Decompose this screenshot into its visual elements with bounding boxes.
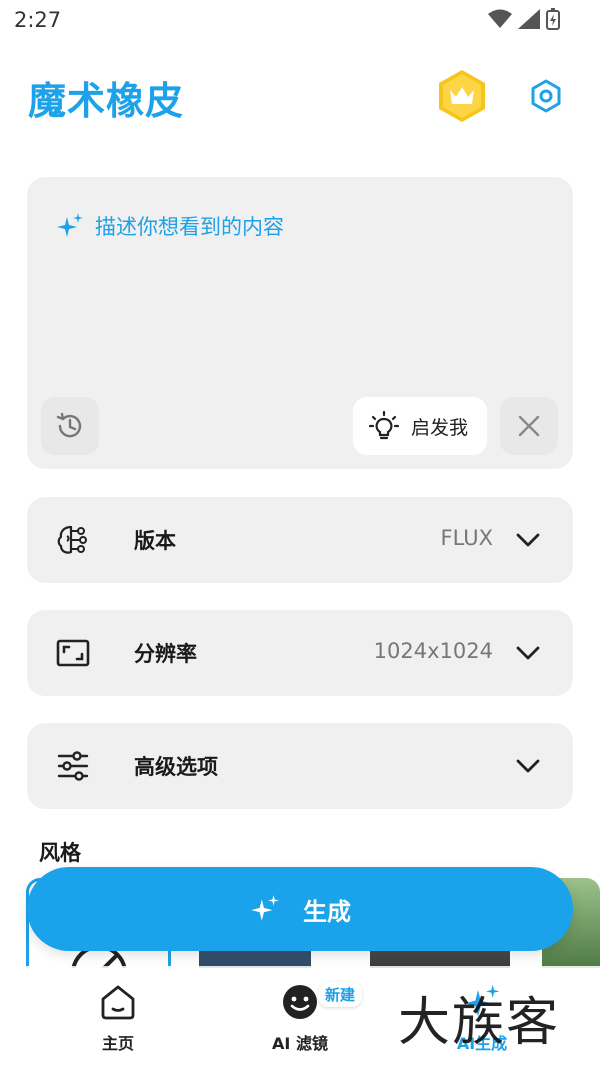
watermark: 大族客 (398, 993, 561, 1053)
signal-icon (518, 9, 540, 29)
style-section-title: 风格 (39, 841, 81, 865)
aspect-ratio-icon (56, 639, 90, 667)
advanced-options-label: 高级选项 (134, 755, 218, 779)
history-icon (56, 412, 82, 438)
version-value: FLUX (440, 526, 494, 550)
wifi-icon (488, 9, 512, 28)
status-bar: 2:27 (0, 0, 600, 40)
battery-icon (546, 8, 560, 30)
face-filter-icon (283, 985, 317, 1019)
sliders-icon (57, 751, 89, 781)
resolution-value: 1024x1024 (373, 639, 493, 663)
version-selector[interactable]: 版本 FLUX (27, 497, 573, 583)
resolution-label: 分辨率 (134, 642, 197, 666)
nav-label-home: 主页 (101, 1034, 134, 1053)
chevron-down-icon (516, 646, 540, 660)
sparkle-icon (251, 895, 279, 921)
sparkle-icon (57, 213, 83, 237)
brain-icon (57, 525, 87, 554)
chevron-down-icon (516, 759, 540, 773)
chevron-down-icon (516, 533, 540, 547)
settings-hex-icon (531, 79, 561, 113)
version-label: 版本 (134, 529, 176, 553)
status-time: 2:27 (14, 8, 62, 32)
lightbulb-icon (369, 411, 399, 440)
home-icon (101, 985, 135, 1020)
nav-item-home[interactable]: 主页 (58, 982, 178, 1054)
advanced-options-selector[interactable]: 高级选项 (27, 723, 573, 809)
new-badge: 新建 (318, 982, 363, 1007)
settings-button[interactable] (528, 78, 564, 114)
generate-label: 生成 (303, 897, 351, 926)
inspire-me-button[interactable]: 启发我 (353, 397, 487, 455)
generate-button[interactable]: 生成 (27, 867, 573, 951)
vip-crown-button[interactable] (434, 68, 490, 124)
app-title: 魔术橡皮 (28, 79, 185, 123)
prompt-input-area[interactable]: 描述你想看到的内容 启发我 (27, 177, 573, 469)
nav-label-ai-filter: AI 滤镜 (272, 1034, 328, 1053)
status-icons (488, 8, 560, 30)
inspire-label: 启发我 (411, 416, 469, 439)
history-button[interactable] (41, 397, 99, 455)
crown-icon (439, 70, 485, 122)
close-icon (518, 415, 540, 437)
prompt-placeholder: 描述你想看到的内容 (55, 211, 284, 241)
resolution-selector[interactable]: 分辨率 1024x1024 (27, 610, 573, 696)
clear-prompt-button[interactable] (500, 397, 558, 455)
prompt-placeholder-text: 描述你想看到的内容 (95, 215, 284, 239)
